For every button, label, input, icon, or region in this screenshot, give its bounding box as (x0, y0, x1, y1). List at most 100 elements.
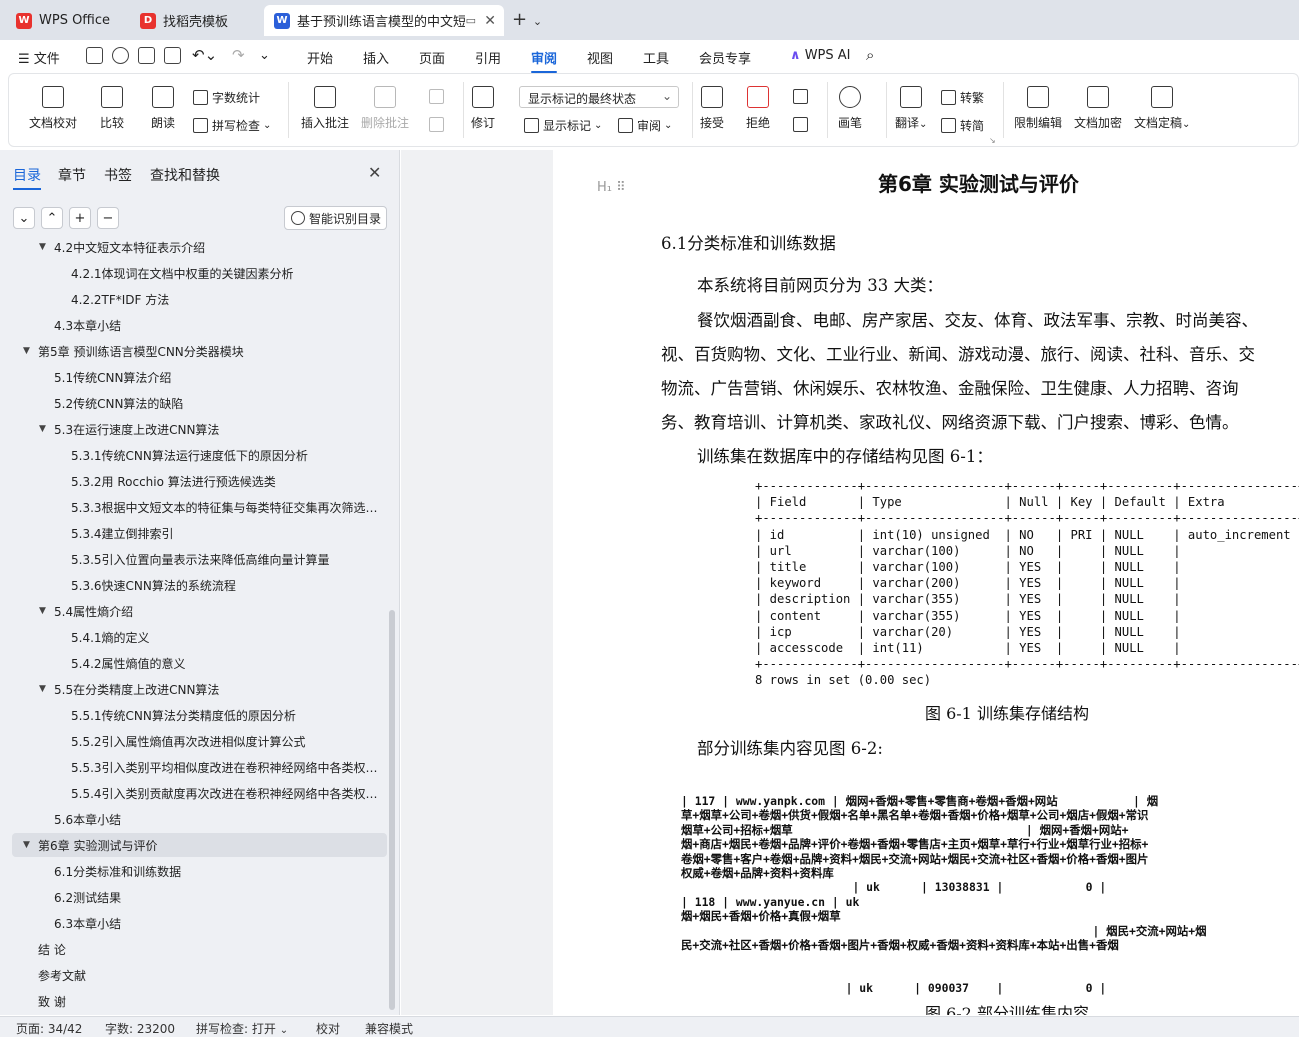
menu-insert[interactable]: 插入 (363, 48, 389, 67)
quick-access-more-icon[interactable]: ⌄ (259, 48, 270, 63)
encrypt-button[interactable]: 文档加密 (1074, 86, 1122, 131)
markup-state-select[interactable]: 显示标记的最终状态 ⌄ (519, 86, 679, 108)
toc-item[interactable]: 5.5.2引入属性熵值再次改进相似度计算公式 (0, 729, 385, 753)
chevron-down-icon[interactable]: ▼ (39, 424, 46, 434)
toc-item[interactable]: 6.2测试结果 (0, 885, 385, 909)
nav-tab-bookmarks[interactable]: 书签 (104, 165, 132, 185)
toc-item[interactable]: 4.2.1体现词在文档中权重的关键因素分析 (0, 261, 385, 285)
document-page[interactable]: H₁ ⠿ 第6章 实验测试与评价 6.1分类标准和训练数据 本系统将目前网页分为… (553, 150, 1299, 1015)
toc-item[interactable]: 5.3.4建立倒排索引 (0, 521, 385, 545)
chevron-down-icon[interactable]: ▼ (23, 346, 30, 356)
accept-button[interactable]: 接受 (700, 86, 724, 131)
wps-ai-button[interactable]: ∧ WPS AI (790, 48, 851, 63)
chevron-down-icon[interactable]: ▼ (23, 840, 30, 850)
toc-item[interactable]: ▼ 4.2中文短文本特征表示介绍 (0, 240, 385, 259)
monitor-icon[interactable]: ▭ (466, 14, 476, 27)
menu-review[interactable]: 审阅 (531, 48, 558, 73)
to-traditional-button[interactable]: 转繁 (941, 89, 984, 106)
finalize-button[interactable]: 文档定稿⌄ (1134, 86, 1190, 131)
restrict-edit-button[interactable]: 限制编辑 (1014, 86, 1062, 131)
read-aloud-button[interactable]: 朗读 (151, 86, 175, 131)
prev-change-button[interactable] (793, 89, 812, 104)
toc-item[interactable]: 结 论 (0, 937, 385, 961)
word-count-button[interactable]: 字数统计 (193, 89, 260, 106)
file-menu[interactable]: ☰ 文件 (18, 48, 60, 67)
undo-icon[interactable]: ↶⌄ (192, 46, 217, 64)
search-icon[interactable]: ⌕ (866, 46, 874, 64)
spell-check-button[interactable]: 拼写检查 ⌄ (193, 117, 271, 134)
toc-item[interactable]: 5.4.1熵的定义 (0, 625, 385, 649)
toc-item[interactable]: 5.5.1传统CNN算法分类精度低的原因分析 (0, 703, 385, 727)
insert-comment-button[interactable]: 插入批注 (301, 86, 349, 131)
proof-status[interactable]: 校对 (316, 1020, 340, 1037)
reject-button[interactable]: 拒绝 (746, 86, 770, 131)
chevron-down-icon[interactable]: ▼ (39, 242, 46, 252)
toc-item[interactable]: 4.3本章小结 (0, 313, 385, 337)
toc-item[interactable]: 5.5.4引入类别贡献度再次改进在卷积神经网络中各类权 ... (0, 781, 385, 805)
remove-heading-button[interactable]: − (97, 207, 119, 229)
menu-start[interactable]: 开始 (307, 48, 333, 67)
heading-handle-icon[interactable]: H₁ ⠿ (597, 180, 626, 195)
next-change-button[interactable] (793, 117, 812, 132)
add-heading-button[interactable]: + (69, 207, 91, 229)
toc-item[interactable]: 致 谢 (0, 989, 385, 1013)
chevron-down-icon[interactable]: ▼ (39, 684, 46, 694)
toc-item[interactable]: 5.4.2属性熵值的意义 (0, 651, 385, 675)
next-comment-button[interactable] (429, 117, 448, 132)
nav-tab-sections[interactable]: 章节 (58, 165, 86, 185)
new-tab-icon[interactable]: + ⌄ (512, 9, 542, 30)
to-simplified-button[interactable]: 转简 (941, 117, 984, 134)
expand-up-button[interactable]: ⌃ (41, 207, 63, 229)
menu-page[interactable]: 页面 (419, 48, 445, 67)
collapse-all-button[interactable]: ⌄ (13, 207, 35, 229)
chevron-down-icon[interactable]: ▼ (39, 606, 46, 616)
toc-item[interactable]: 参考文献 (0, 963, 385, 987)
tab-wps-office[interactable]: W WPS Office (6, 5, 123, 36)
toc-item[interactable]: ▼ 第6章 实验测试与评价 (12, 833, 387, 857)
toc-item[interactable]: ▼ 5.4属性熵介绍 (0, 599, 385, 623)
prev-comment-button[interactable] (429, 89, 448, 104)
close-tab-icon[interactable]: ✕ (484, 13, 496, 29)
toc-item[interactable]: 5.2传统CNN算法的缺陷 (0, 391, 385, 415)
menu-member[interactable]: 会员专享 (699, 48, 751, 67)
delete-comment-button[interactable]: 删除批注 (361, 86, 409, 131)
menu-reference[interactable]: 引用 (475, 48, 501, 67)
print-preview-icon[interactable] (164, 47, 181, 64)
menu-tools[interactable]: 工具 (643, 48, 669, 67)
close-icon[interactable]: ✕ (368, 163, 381, 182)
toc-item[interactable]: 5.5.3引入类别平均相似度改进在卷积神经网络中各类权 ... (0, 755, 385, 779)
show-markup-button[interactable]: 显示标记 ⌄ (524, 117, 602, 134)
ribbon-expand-icon[interactable]: ↘ (989, 136, 996, 145)
pen-button[interactable]: 画笔 (838, 86, 862, 131)
word-count-status[interactable]: 字数: 23200 (105, 1020, 175, 1037)
toc-item[interactable]: ▼ 5.3在运行速度上改进CNN算法 (0, 417, 385, 441)
nav-tab-toc[interactable]: 目录 (13, 165, 41, 190)
export-icon[interactable] (112, 47, 129, 64)
toc-item[interactable]: ▼ 第5章 预训练语言模型CNN分类器模块 (0, 339, 385, 363)
toc-item[interactable]: 5.6本章小结 (0, 807, 385, 831)
toc-item[interactable]: 5.3.5引入位置向量表示法来降低高维向量计算量 (0, 547, 385, 571)
menu-view[interactable]: 视图 (587, 48, 613, 67)
translate-button[interactable]: 翻译⌄ (895, 86, 927, 131)
toc-item[interactable]: 5.3.2用 Rocchio 算法进行预选候选类 (0, 469, 385, 493)
doc-check-button[interactable]: 文档校对 (29, 86, 77, 131)
toc-item[interactable]: 5.1传统CNN算法介绍 (0, 365, 385, 389)
redo-icon[interactable]: ↷ (232, 46, 245, 64)
nav-tab-find-replace[interactable]: 查找和替换 (150, 165, 220, 185)
toc-item[interactable]: ▼ 5.5在分类精度上改进CNN算法 (0, 677, 385, 701)
toc-item[interactable]: 5.3.6快速CNN算法的系统流程 (0, 573, 385, 597)
spell-check-status[interactable]: 拼写检查: 打开 ⌄ (196, 1020, 288, 1037)
toc-item[interactable]: 6.1分类标准和训练数据 (0, 859, 385, 883)
tab-docer[interactable]: D 找稻壳模板 (130, 5, 258, 36)
toc-item[interactable]: 5.3.1传统CNN算法运行速度低下的原因分析 (0, 443, 385, 467)
toc-item[interactable]: 6.3本章小结 (0, 911, 385, 935)
toc-item[interactable]: 4.2.2TF*IDF 方法 (0, 287, 385, 311)
tab-document[interactable]: W 基于预训练语言模型的中文短 ▭ ✕ (264, 5, 504, 36)
save-icon[interactable] (86, 47, 103, 64)
nav-scrollbar[interactable] (389, 610, 395, 1010)
compare-button[interactable]: 比较 (100, 86, 124, 131)
toc-item[interactable]: 5.3.3根据中文短文本的特征集与每类特征交集再次筛选 ... (0, 495, 385, 519)
smart-toc-button[interactable]: 智能识别目录 (284, 206, 387, 230)
print-icon[interactable] (138, 47, 155, 64)
review-pane-button[interactable]: 审阅 ⌄ (618, 117, 672, 134)
